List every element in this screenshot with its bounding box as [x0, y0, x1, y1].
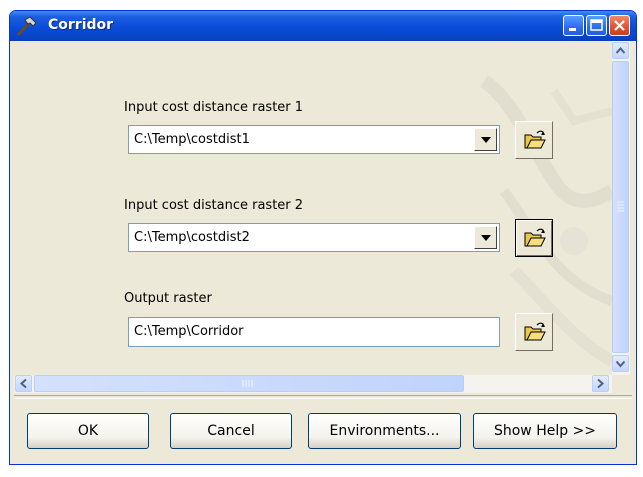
- minimize-button[interactable]: [563, 15, 584, 36]
- raster2-value: C:\Temp\costdist2: [134, 230, 250, 245]
- scroll-right-button[interactable]: [592, 375, 609, 392]
- raster2-label: Input cost distance raster 2: [124, 198, 304, 213]
- output-label: Output raster: [124, 291, 212, 306]
- hammer-icon: [16, 16, 38, 36]
- raster2-combo[interactable]: C:\Temp\costdist2: [128, 223, 500, 252]
- close-icon: [614, 20, 625, 31]
- grip-icon: [242, 380, 253, 387]
- horizontal-scroll-thumb[interactable]: [34, 375, 464, 392]
- arrow-right-icon: [597, 378, 605, 389]
- parameters-panel: Input cost distance raster 1 C:\Temp\cos…: [14, 41, 630, 375]
- window-title: Corridor: [48, 17, 114, 33]
- ok-button[interactable]: OK: [27, 413, 149, 449]
- raster1-value: C:\Temp\costdist1: [134, 132, 250, 147]
- vertical-scroll-thumb[interactable]: [612, 61, 629, 353]
- raster1-combo[interactable]: C:\Temp\costdist1: [128, 125, 500, 154]
- raster2-browse-button[interactable]: [515, 219, 553, 257]
- environments-button[interactable]: Environments...: [308, 413, 461, 449]
- arrow-up-icon: [615, 46, 626, 54]
- output-value: C:\Temp\Corridor: [134, 324, 244, 339]
- scroll-up-button[interactable]: [612, 42, 629, 59]
- raster1-browse-button[interactable]: [515, 121, 553, 159]
- close-button[interactable]: [609, 15, 630, 36]
- grip-icon: [617, 201, 624, 212]
- scrollbar-corner: [612, 375, 630, 393]
- arrow-left-icon: [19, 378, 27, 389]
- cancel-button[interactable]: Cancel: [170, 413, 292, 449]
- maximize-icon: [590, 19, 603, 31]
- maximize-button[interactable]: [586, 15, 607, 36]
- raster1-label: Input cost distance raster 1: [124, 100, 304, 115]
- minimize-icon: [569, 28, 576, 31]
- open-folder-icon: [524, 322, 546, 341]
- horizontal-scrollbar[interactable]: [14, 375, 630, 393]
- open-folder-icon: [524, 228, 546, 247]
- output-browse-button[interactable]: [515, 313, 553, 351]
- title-bar[interactable]: Corridor: [10, 11, 636, 41]
- output-raster-input[interactable]: C:\Temp\Corridor: [128, 317, 500, 347]
- vertical-scrollbar[interactable]: [612, 41, 630, 375]
- arrow-down-icon: [615, 360, 626, 368]
- open-folder-icon: [524, 130, 546, 149]
- raster2-dropdown-button[interactable]: [474, 226, 497, 249]
- corridor-dialog: Corridor Input cost distance raster 1 C:…: [9, 10, 637, 465]
- scroll-down-button[interactable]: [612, 355, 629, 372]
- scroll-left-button[interactable]: [15, 375, 32, 392]
- button-separator: [14, 395, 632, 399]
- show-help-button[interactable]: Show Help >>: [473, 413, 617, 449]
- raster1-dropdown-button[interactable]: [474, 128, 497, 151]
